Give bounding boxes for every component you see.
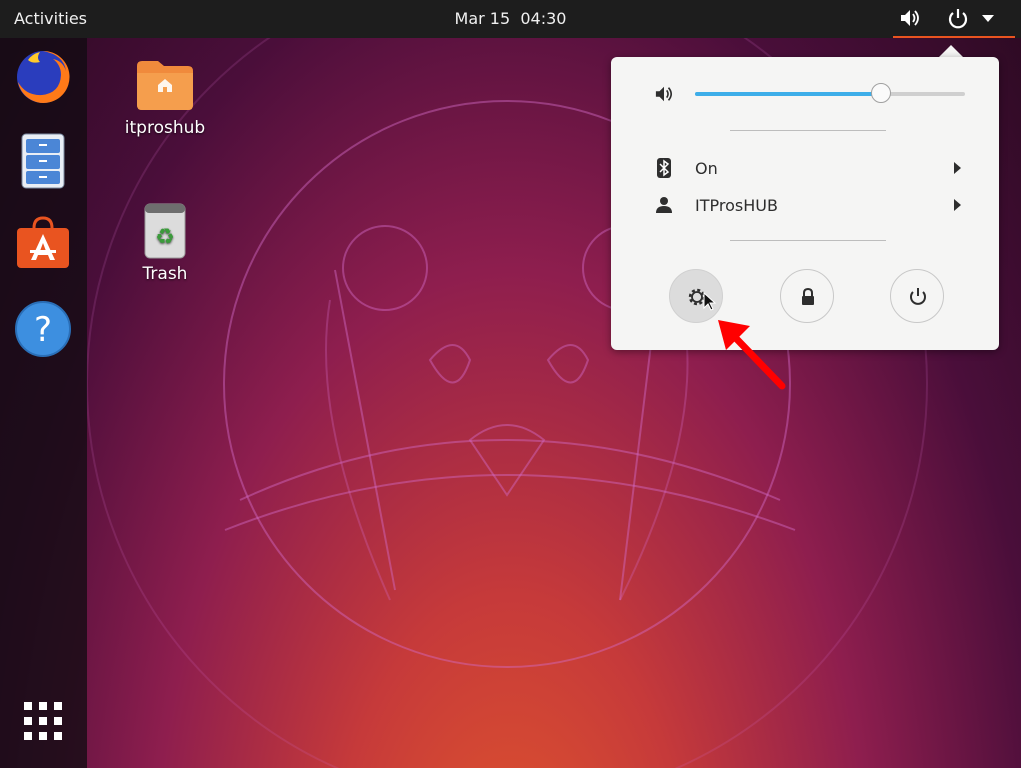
speaker-icon [901,10,919,26]
svg-text:♻: ♻ [155,225,175,250]
volume-icon [655,86,673,102]
top-bar: Activities Mar 15 04:30 [0,0,1021,38]
desktop-background: itproshub ♻ Trash ? Activities Mar 15 04… [0,0,1021,768]
annotation-arrow [718,320,786,390]
shopping-bag-icon [17,216,69,268]
desktop-icon-label: itproshub [124,118,206,138]
clock[interactable]: Mar 15 04:30 [455,9,567,28]
activities-button[interactable]: Activities [14,9,87,28]
dock: ? [0,38,87,768]
power-icon [948,9,968,29]
help-icon: ? [15,301,71,357]
dock-item-firefox[interactable] [14,48,72,106]
bluetooth-status: On [695,159,718,178]
desktop-icon-trash[interactable]: ♻ Trash [115,202,215,284]
chevron-right-icon [954,162,961,174]
clock-container: Mar 15 04:30 [0,9,1021,28]
menu-separator [730,240,886,241]
home-folder-icon [137,61,193,110]
volume-slider[interactable] [695,83,967,105]
trash-icon: ♻ [144,203,186,259]
dock-item-files[interactable] [14,132,72,190]
user-icon [656,197,672,213]
volume-slider-handle[interactable] [871,83,892,103]
grid-icon [24,702,62,740]
dock-item-software[interactable] [14,214,72,272]
system-menu: On ITProsHUB [611,57,999,350]
volume-slider-fill [695,92,882,96]
menu-separator [730,130,886,131]
power-icon [910,288,926,305]
user-row[interactable]: ITProsHUB [611,188,999,222]
desktop-icon-label: Trash [142,264,188,284]
bluetooth-row[interactable]: On [611,151,999,185]
svg-text:?: ? [34,310,52,350]
show-applications-button[interactable] [22,700,64,742]
bluetooth-icon [657,158,671,178]
file-cabinet-icon [21,133,65,189]
desktop-icon-home-folder[interactable]: itproshub [115,58,215,138]
chevron-down-icon [982,15,994,22]
dock-item-help[interactable]: ? [14,300,72,358]
user-name: ITProsHUB [695,196,778,215]
firefox-icon [17,50,70,103]
system-tray[interactable] [893,0,1015,38]
power-off-button[interactable] [890,269,944,323]
chevron-right-icon [954,199,961,211]
lock-icon [802,287,814,305]
mouse-cursor-icon [703,292,717,311]
